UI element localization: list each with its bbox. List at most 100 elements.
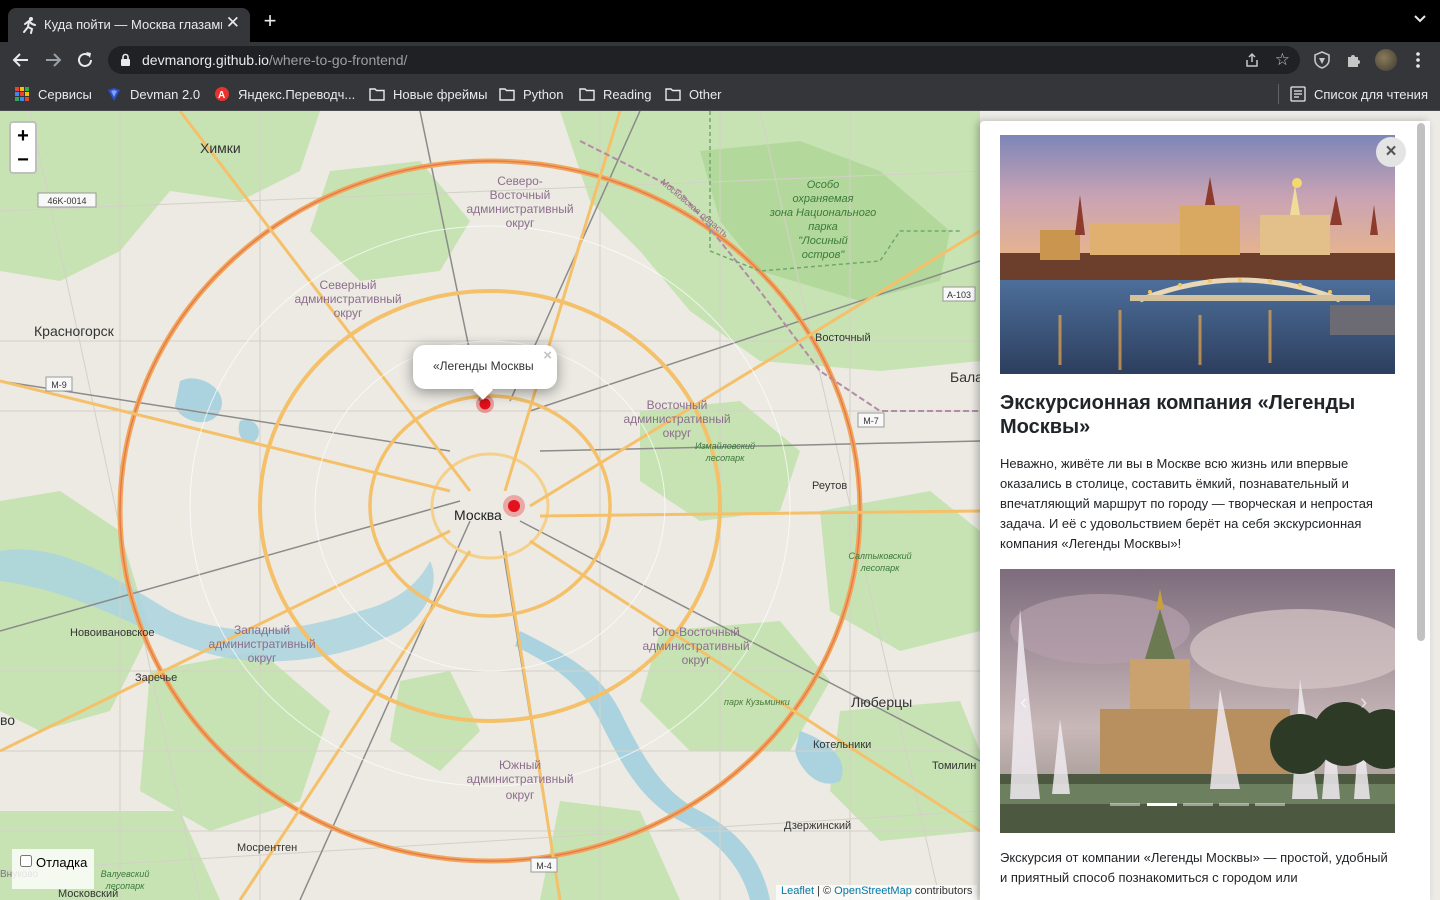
svg-text:Восточный: Восточный [647, 398, 708, 412]
place-marker-center[interactable] [503, 495, 525, 517]
svg-text:M-9: M-9 [51, 380, 67, 390]
label-khimki: Химки [200, 140, 241, 156]
fountain-photo [1000, 569, 1395, 833]
url-text: devmanorg.github.io/where-to-go-frontend… [142, 52, 408, 68]
label-tomilino: Томилин [932, 760, 976, 772]
carousel-indicator[interactable] [1183, 803, 1213, 806]
carousel-indicator-active[interactable] [1147, 803, 1177, 806]
leaflet-map[interactable]: Химки Красногорск Москва Реутов Восточны… [0, 111, 980, 900]
new-tab-button[interactable]: + [258, 10, 282, 34]
panel-scrollbar[interactable] [1417, 123, 1425, 641]
svg-text:административный: административный [294, 292, 401, 306]
folder-icon [579, 88, 595, 101]
svg-text:Измайловский: Измайловский [695, 441, 755, 451]
folder-icon [665, 88, 681, 101]
carousel-indicator[interactable] [1110, 803, 1140, 806]
place-long-description: Экскурсия от компании «Легенды Москвы» —… [1000, 850, 1388, 885]
share-icon[interactable] [1244, 52, 1260, 68]
svg-text:Северный: Северный [320, 278, 377, 292]
folder-icon [499, 88, 515, 101]
profile-avatar[interactable] [1375, 49, 1397, 71]
svg-text:округ: округ [506, 216, 535, 230]
svg-text:остров": остров" [802, 249, 846, 261]
svg-text:Южный: Южный [499, 758, 541, 772]
folder-icon [369, 88, 385, 101]
svg-text:Салтыковский: Салтыковский [848, 551, 911, 561]
carousel-indicator[interactable] [1219, 803, 1249, 806]
apps-grid-icon [15, 87, 29, 101]
label-mosrentgen: Мосрентген [237, 842, 297, 854]
svg-text:административный: административный [466, 202, 573, 216]
place-main-photo [1000, 135, 1395, 374]
map-tiles[interactable]: Химки Красногорск Москва Реутов Восточны… [0, 111, 980, 900]
marker-popup: «Легенды Москвы × [413, 345, 557, 400]
debug-checkbox[interactable] [20, 855, 32, 867]
tab-close-icon[interactable]: ✕ [226, 13, 240, 33]
svg-text:M-7: M-7 [863, 416, 879, 426]
reading-list-icon [1290, 86, 1306, 102]
svg-text:административный: административный [208, 637, 315, 651]
svg-text:административный: административный [466, 772, 573, 786]
bookmark-star-icon[interactable]: ☆ [1275, 51, 1290, 68]
svg-text:Валуевский: Валуевский [101, 869, 150, 879]
svg-text:округ: округ [682, 653, 711, 667]
place-details-panel: × Экскурсионная компания «Легенды Москвы… [980, 121, 1430, 900]
tab-title: Куда пойти — Москва глазами [44, 17, 222, 32]
label-dzerzhinsky: Дзержинский [784, 820, 851, 832]
back-arrow-icon[interactable] [10, 49, 32, 71]
label-krasnogorsk: Красногорск [34, 323, 115, 339]
puzzle-extensions-icon[interactable] [1345, 51, 1363, 69]
osm-link[interactable]: OpenStreetMap [834, 885, 912, 897]
carousel-next-button[interactable]: › [1360, 689, 1367, 715]
svg-text:лесопарк: лесопарк [860, 563, 900, 573]
bookmarks-separator [1278, 84, 1279, 104]
svg-text:административный: административный [642, 639, 749, 653]
popup-close-button[interactable]: × [543, 347, 552, 364]
label-kotelniki: Котельники [813, 739, 871, 751]
address-bar[interactable]: devmanorg.github.io/where-to-go-frontend… [108, 46, 1300, 74]
svg-text:A: A [218, 90, 225, 101]
tab-strip: Куда пойти — Москва глазами ✕ + [0, 0, 1440, 42]
yandex-translate-icon: A [215, 87, 229, 101]
leaflet-link[interactable]: Leaflet [781, 885, 814, 897]
popup-text: «Легенды Москвы [433, 359, 534, 373]
svg-text:Юго-Восточный: Юго-Восточный [652, 625, 740, 639]
shield-extension-icon[interactable] [1313, 51, 1331, 69]
svg-text:Восточный: Восточный [490, 188, 551, 202]
svg-text:округ: округ [506, 788, 535, 802]
browser-tab[interactable]: Куда пойти — Москва глазами ✕ [8, 8, 250, 42]
label-vostochny: Восточный [815, 332, 871, 344]
panel-close-button[interactable]: × [1376, 137, 1406, 167]
tab-search-chevron-icon[interactable] [1412, 11, 1428, 27]
kebab-menu-icon[interactable] [1410, 50, 1426, 70]
svg-text:46K-0014: 46K-0014 [47, 196, 86, 206]
carousel-indicator[interactable] [1255, 803, 1285, 806]
devman-icon [108, 88, 120, 101]
label-bala: Бала [950, 369, 980, 385]
svg-text:лесопарк: лесопарк [705, 453, 745, 463]
svg-text:охраняемая: охраняемая [792, 193, 853, 205]
label-lyubertsy: Люберцы [851, 694, 912, 710]
svg-text:административный: административный [623, 412, 730, 426]
svg-text:округ: округ [248, 651, 277, 665]
zoom-in-button[interactable]: + [9, 121, 37, 148]
place-photo-carousel[interactable]: ‹ › [1000, 569, 1395, 833]
label-zarechye: Заречье [135, 672, 177, 684]
lock-icon[interactable] [120, 53, 131, 67]
forward-arrow-icon[interactable] [42, 49, 64, 71]
label-reutov: Реутов [812, 480, 847, 492]
kremlin-photo [1000, 135, 1395, 374]
svg-text:A-103: A-103 [947, 290, 971, 300]
svg-text:Особо: Особо [807, 179, 839, 191]
debug-toggle[interactable]: Отладка [12, 849, 94, 889]
zoom-out-button[interactable]: − [9, 147, 37, 174]
label-kuzminki: парк Кузьминки [724, 697, 790, 707]
bookmarks-bar: Сервисы Devman 2.0 A Яндекс.Переводч... … [0, 78, 1440, 111]
carousel-prev-button[interactable]: ‹ [1020, 689, 1027, 715]
place-short-description: Неважно, живёте ли вы в Москве всю жизнь… [1000, 456, 1373, 551]
svg-text:лесопарк: лесопарк [105, 881, 145, 891]
reload-icon[interactable] [74, 49, 96, 71]
label-novoivanovskoe: Новоивановское [70, 627, 154, 639]
label-moskva: Москва [454, 507, 502, 523]
svg-text:"Лосиный: "Лосиный [798, 235, 847, 247]
